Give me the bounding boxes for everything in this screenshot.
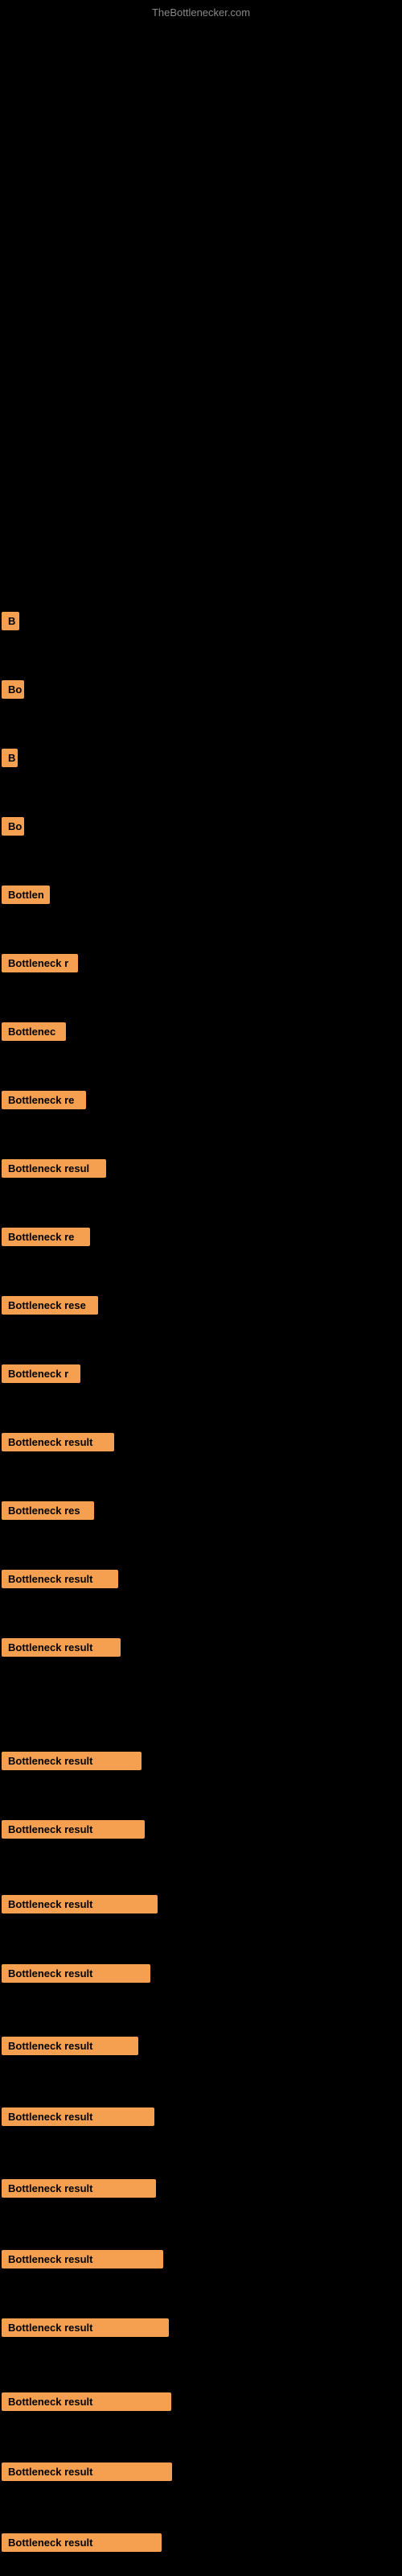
bottleneck-result-item: Bottleneck result — [2, 1752, 142, 1770]
bottleneck-result-item: Bottleneck result — [2, 2107, 154, 2126]
bottleneck-result-item: Bottleneck result — [2, 1964, 150, 1983]
bottleneck-result-item: Bottleneck result — [2, 1895, 158, 1913]
bottleneck-result-item: Bottlen — [2, 886, 50, 904]
site-title: TheBottlenecker.com — [152, 6, 250, 19]
bottleneck-result-item: Bottleneck re — [2, 1091, 86, 1109]
bottleneck-result-item: Bottlenec — [2, 1022, 66, 1041]
bottleneck-result-item: Bottleneck re — [2, 1228, 90, 1246]
bottleneck-result-item: Bottleneck result — [2, 2392, 171, 2411]
bottleneck-result-item: Bottleneck result — [2, 1638, 121, 1657]
bottleneck-result-item: Bottleneck result — [2, 2250, 163, 2268]
bottleneck-result-item: Bottleneck r — [2, 1364, 80, 1383]
bottleneck-result-item: Bottleneck result — [2, 2318, 169, 2337]
bottleneck-result-item: B — [2, 612, 19, 630]
bottleneck-result-item: B — [2, 749, 18, 767]
bottleneck-result-item: Bottleneck result — [2, 1433, 114, 1451]
bottleneck-result-item: Bottleneck resul — [2, 1159, 106, 1178]
bottleneck-result-item: Bottleneck result — [2, 1820, 145, 1839]
bottleneck-result-item: Bottleneck result — [2, 2462, 172, 2481]
bottleneck-result-item: Bo — [2, 817, 24, 836]
bottleneck-result-item: Bottleneck result — [2, 2179, 156, 2198]
bottleneck-result-item: Bottleneck rese — [2, 1296, 98, 1315]
bottleneck-result-item: Bottleneck result — [2, 1570, 118, 1588]
bottleneck-result-item: Bo — [2, 680, 24, 699]
bottleneck-result-item: Bottleneck result — [2, 2037, 138, 2055]
bottleneck-result-item: Bottleneck r — [2, 954, 78, 972]
bottleneck-result-item: Bottleneck result — [2, 2533, 162, 2552]
bottleneck-result-item: Bottleneck res — [2, 1501, 94, 1520]
